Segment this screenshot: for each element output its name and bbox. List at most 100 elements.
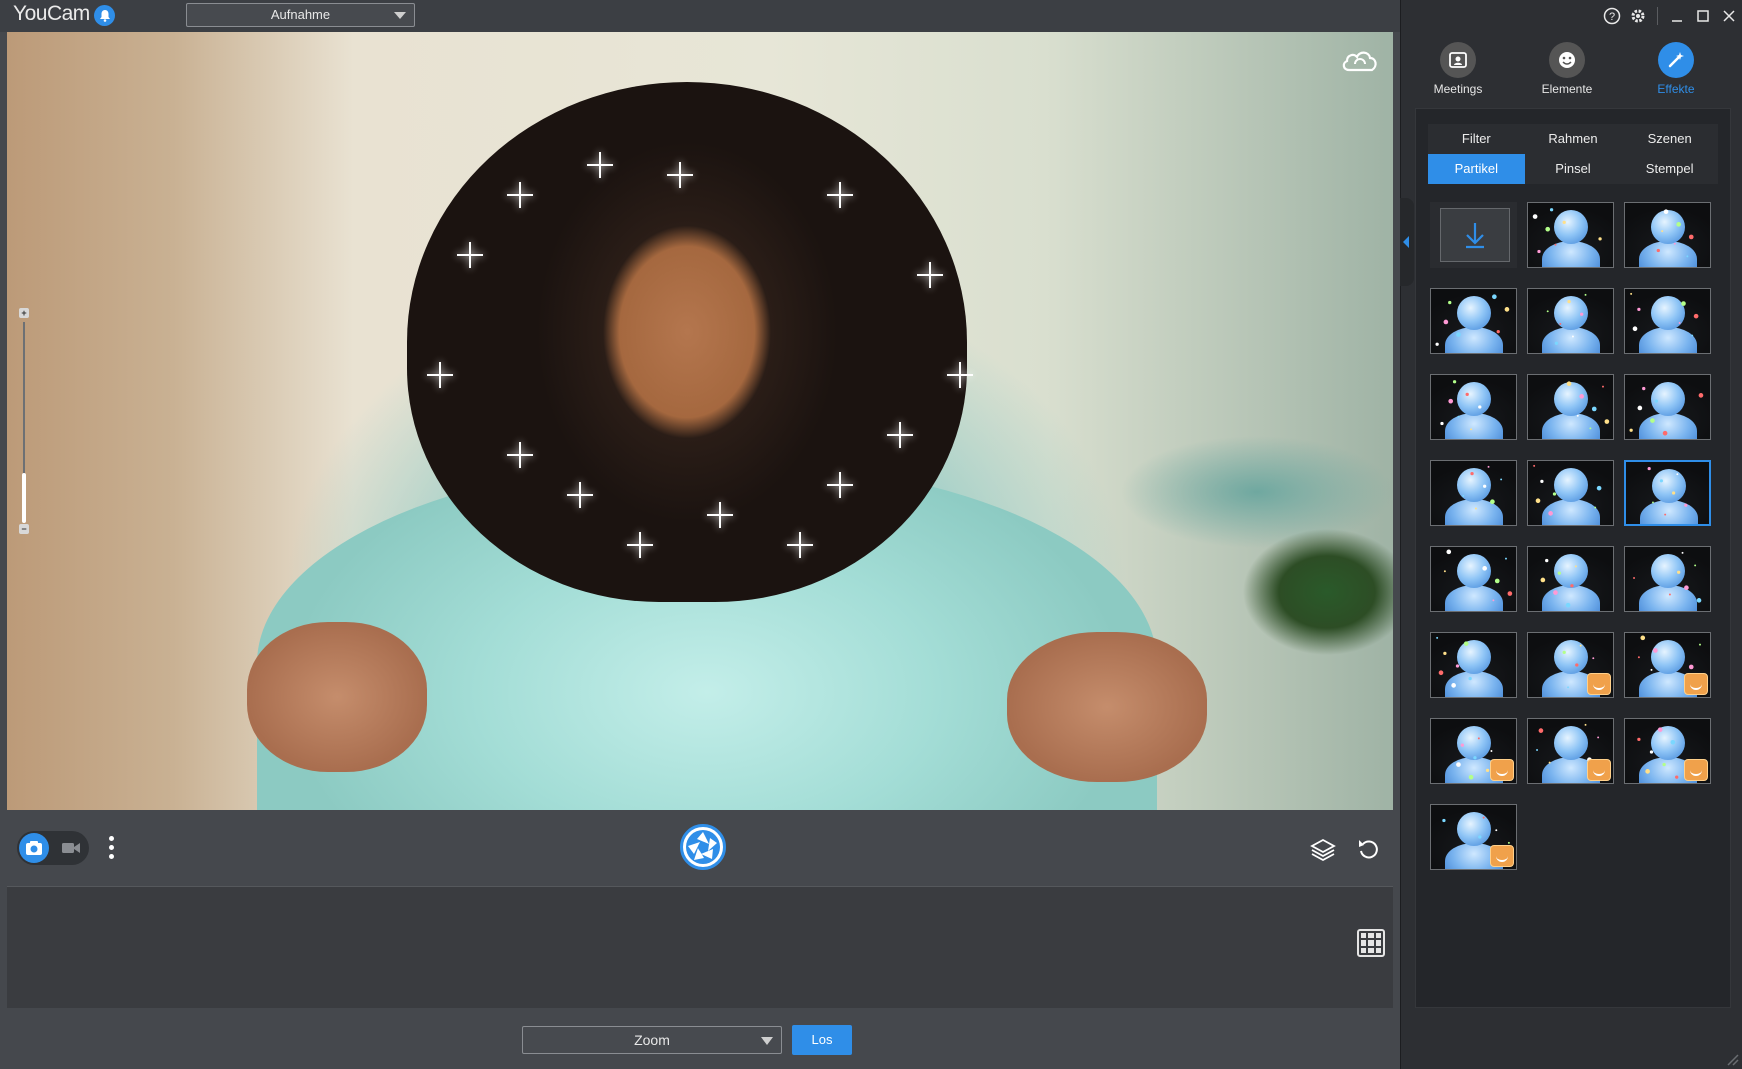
resize-grip-icon[interactable] — [1722, 1049, 1740, 1067]
gear-icon[interactable] — [1625, 4, 1651, 28]
effect-thumbnail[interactable] — [1527, 288, 1614, 354]
particle-preview — [1629, 386, 1704, 436]
premium-badge-icon — [1490, 759, 1514, 781]
effect-thumbnail[interactable] — [1527, 718, 1614, 784]
sparkle-particle — [627, 532, 653, 558]
download-icon — [1440, 208, 1510, 262]
premium-badge-icon — [1684, 759, 1708, 781]
particle-preview — [1435, 294, 1510, 346]
sparkle-particle — [827, 182, 853, 208]
collapse-panel-handle[interactable] — [1400, 198, 1414, 286]
capture-mode-toggle[interactable] — [17, 831, 89, 865]
divider — [1657, 7, 1658, 25]
undo-icon[interactable] — [1356, 836, 1382, 862]
svg-text:?: ? — [1609, 11, 1615, 23]
sparkle-particle — [567, 482, 593, 508]
title-bar: YouCam Aufnahme — [0, 0, 1400, 32]
premium-badge-icon — [1490, 845, 1514, 867]
layers-icon[interactable] — [1309, 836, 1337, 864]
mode-select-value: Aufnahme — [270, 7, 331, 22]
particle-preview — [1462, 465, 1503, 510]
preview-subject-hand-left — [247, 622, 427, 772]
preview-subject-face — [407, 82, 967, 602]
tab-effekte[interactable]: Effekte — [1624, 40, 1728, 104]
app-select-value: Zoom — [634, 1032, 670, 1048]
tab-rahmen[interactable]: Rahmen — [1525, 124, 1622, 154]
effect-thumbnail[interactable] — [1430, 804, 1517, 870]
effect-thumbnail[interactable] — [1527, 374, 1614, 440]
cloud-sync-icon[interactable] — [1339, 46, 1381, 76]
app-logo: YouCam — [13, 2, 90, 25]
sparkle-particle — [887, 422, 913, 448]
tab-meetings[interactable]: Meetings — [1406, 40, 1510, 104]
effect-thumbnail[interactable] — [1624, 460, 1711, 526]
particle-preview — [1656, 209, 1694, 258]
go-button[interactable]: Los — [792, 1025, 852, 1055]
sparkle-particle — [587, 152, 613, 178]
zoom-slider[interactable]: + − — [19, 308, 29, 536]
maximize-icon[interactable] — [1690, 4, 1716, 28]
sparkle-particle — [507, 182, 533, 208]
magic-wand-icon — [1658, 42, 1694, 78]
tab-effekte-label: Effekte — [1657, 82, 1695, 96]
tab-pinsel[interactable]: Pinsel — [1525, 154, 1622, 184]
chevron-down-icon — [394, 12, 406, 19]
sparkle-particle — [827, 472, 853, 498]
minimize-icon[interactable] — [1664, 4, 1690, 28]
effect-thumbnail[interactable] — [1527, 546, 1614, 612]
premium-badge-icon — [1587, 759, 1611, 781]
video-camera-icon[interactable] — [61, 839, 81, 857]
camera-icon[interactable] — [19, 833, 49, 863]
mode-select[interactable]: Aufnahme — [186, 3, 415, 27]
zoom-slider-handle[interactable] — [22, 473, 26, 523]
help-icon[interactable]: ? — [1599, 4, 1625, 28]
sparkle-particle — [457, 242, 483, 268]
effect-thumbnail[interactable] — [1527, 202, 1614, 268]
tab-szenen[interactable]: Szenen — [1621, 124, 1718, 154]
particle-preview — [1633, 551, 1702, 603]
effect-thumbnail[interactable] — [1430, 632, 1517, 698]
sparkle-particle — [507, 442, 533, 468]
effect-thumbnail[interactable] — [1624, 718, 1711, 784]
shutter-button[interactable] — [680, 824, 726, 870]
sparkle-particle — [667, 162, 693, 188]
close-icon[interactable] — [1716, 4, 1742, 28]
window-controls: ? — [1599, 4, 1742, 28]
bell-icon[interactable] — [94, 5, 115, 26]
particle-preview — [1647, 466, 1688, 516]
sparkle-particle — [917, 262, 943, 288]
download-more-effects-button[interactable] — [1430, 202, 1517, 268]
zoom-out-icon[interactable]: − — [19, 524, 29, 534]
more-options-icon[interactable] — [105, 834, 117, 864]
effect-thumbnail[interactable] — [1430, 546, 1517, 612]
effect-thumbnail[interactable] — [1624, 288, 1711, 354]
tab-stempel[interactable]: Stempel — [1621, 154, 1718, 184]
app-select[interactable]: Zoom — [522, 1026, 782, 1054]
effect-thumbnail[interactable] — [1430, 288, 1517, 354]
effect-thumbnail[interactable] — [1624, 632, 1711, 698]
effect-thumbnail[interactable] — [1527, 460, 1614, 526]
zoom-in-icon[interactable]: + — [19, 308, 29, 318]
tab-partikel[interactable]: Partikel — [1428, 154, 1525, 184]
effect-thumbnails — [1430, 202, 1720, 870]
effect-thumbnail[interactable] — [1624, 374, 1711, 440]
effect-thumbnail[interactable] — [1527, 632, 1614, 698]
particle-preview — [1540, 558, 1577, 608]
particle-preview — [1566, 381, 1610, 430]
tab-elemente[interactable]: Elemente — [1515, 40, 1619, 104]
effect-thumbnail[interactable] — [1430, 460, 1517, 526]
particle-preview — [1532, 208, 1602, 254]
effects-tray — [7, 886, 1393, 1008]
chevron-down-icon — [761, 1037, 773, 1045]
tab-filter[interactable]: Filter — [1428, 124, 1525, 154]
effect-thumbnail[interactable] — [1430, 374, 1517, 440]
grid-view-icon[interactable] — [1357, 929, 1385, 957]
effect-thumbnail[interactable] — [1430, 718, 1517, 784]
effect-thumbnail[interactable] — [1624, 546, 1711, 612]
effect-thumbnail[interactable] — [1624, 202, 1711, 268]
particle-preview — [1436, 636, 1472, 688]
tab-meetings-label: Meetings — [1433, 82, 1483, 96]
premium-badge-icon — [1587, 673, 1611, 695]
particle-preview — [1533, 464, 1602, 516]
particle-preview — [1443, 549, 1513, 602]
